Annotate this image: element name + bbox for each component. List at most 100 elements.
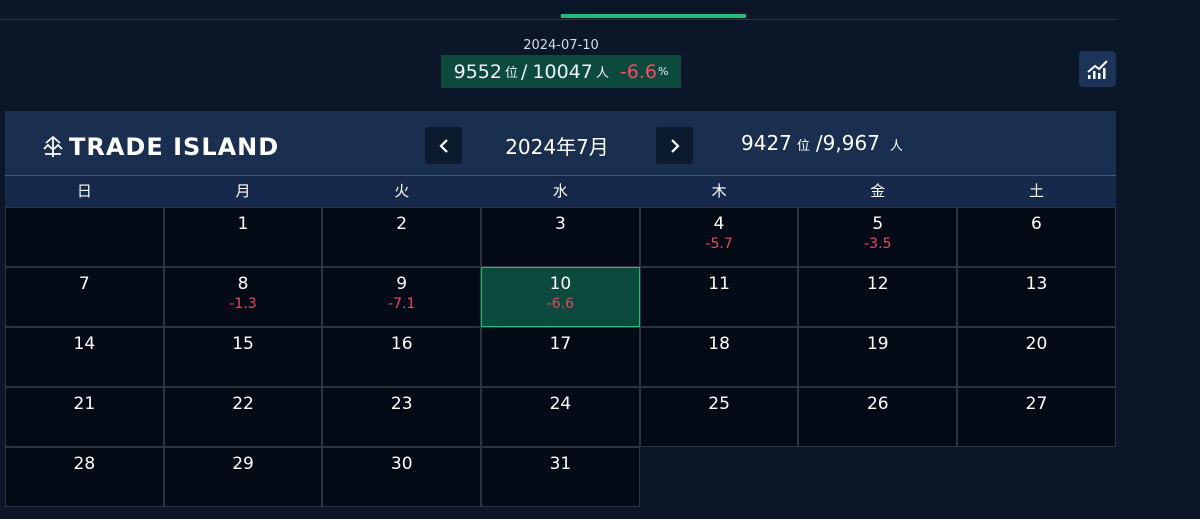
calendar-day-cell[interactable]: 25 [639,387,799,447]
summary-change: -6.6 [619,60,657,83]
calendar-filler-cell [798,447,958,507]
weekday-label: 木 [711,182,727,200]
calendar-day-cell[interactable]: 23 [322,387,482,447]
summary-total-unit: 人 [595,66,609,81]
day-number: 29 [232,454,254,474]
monthly-total-unit: 人 [889,139,903,154]
summary-separator: / [520,60,528,83]
summary-rank: 9552 [453,60,502,83]
calendar-grid: 1 2 3 4 -5.7 5 -3.5 6 7 8 -1.3 9 -7.1 10 -6.6 11 12 13 14 1… [5,207,1116,507]
day-number: 6 [1031,214,1042,234]
calendar-day-cell[interactable]: 13 [957,267,1116,327]
day-number: 21 [73,394,96,414]
brand-name: TRADE ISLAND [69,133,280,161]
summary-date: 2024-07-10 [523,38,599,53]
day-number: 1 [237,214,249,234]
day-change-value: -3.5 [864,236,892,252]
day-number: 26 [866,394,889,414]
calendar-day-cell[interactable]: 24 [481,387,640,447]
calendar-day-cell[interactable]: 29 [163,447,323,507]
day-number: 8 [237,274,249,294]
calendar-day-cell[interactable]: 16 [322,327,482,387]
day-number: 13 [1025,274,1048,294]
month-title: 2024年7月 [505,135,609,159]
calendar-day-cell[interactable]: 1 [163,207,323,267]
chart-icon [1086,60,1108,79]
calendar-day-cell[interactable]: 5 -3.5 [798,207,958,267]
calendar-day-cell[interactable]: 10 -6.6 [481,267,640,327]
day-number: 28 [73,454,96,474]
weekday-label: 水 [552,182,568,200]
calendar-filler-cell [957,447,1116,507]
weekday-label: 日 [76,182,92,200]
weekday-label: 月 [235,182,251,200]
chevron-left-icon [438,138,448,153]
calendar-filler-cell [639,447,799,507]
calendar-day-cell[interactable]: 7 [5,267,164,327]
calendar-day-cell[interactable]: 21 [5,387,164,447]
next-month-button[interactable] [656,127,693,164]
day-number: 17 [549,334,572,354]
summary-change-unit: % [657,65,669,78]
calendar-day-cell[interactable]: 19 [798,327,958,387]
calendar-day-cell[interactable]: 22 [163,387,323,447]
calendar-header: TRADE ISLAND 2024年7月 9427 位/9,967 人 [5,111,1116,176]
day-number: 14 [73,334,96,354]
weekday-header: 日 月 火 水 木 金 土 [5,176,1116,207]
calendar-day-cell[interactable]: 18 [639,327,799,387]
calendar-day-cell[interactable]: 26 [798,387,958,447]
trade-island-logo-icon [43,135,63,157]
chevron-right-icon [670,138,680,153]
day-number: 4 [713,214,725,234]
day-number: 5 [872,214,884,234]
day-number: 7 [78,274,90,294]
calendar-day-cell[interactable]: 20 [957,327,1116,387]
calendar-day-cell[interactable]: 14 [5,327,164,387]
calendar-day-cell[interactable]: 12 [798,267,958,327]
chart-button[interactable] [1079,51,1116,87]
day-number: 12 [866,274,889,294]
day-number: 25 [708,394,730,414]
day-number: 19 [866,334,889,354]
calendar-day-cell[interactable]: 11 [639,267,799,327]
monthly-rank-unit: 位 [796,139,810,154]
weekday-label: 金 [870,182,886,200]
day-number: 15 [232,334,254,354]
day-change-value: -6.6 [546,296,575,312]
calendar-day-cell[interactable]: 6 [957,207,1116,267]
calendar-day-cell[interactable]: 9 -7.1 [322,267,482,327]
calendar-day-cell[interactable]: 17 [481,327,640,387]
tab-bar-divider [0,19,1116,20]
summary-total: 10047 [532,60,593,83]
calendar-day-cell[interactable]: 8 -1.3 [163,267,323,327]
day-number: 22 [232,394,254,414]
calendar-day-cell[interactable]: 3 [481,207,640,267]
calendar-day-cell[interactable]: 2 [322,207,482,267]
brand-logo: TRADE ISLAND [41,133,279,161]
calendar-day-cell[interactable]: 31 [481,447,640,507]
day-number: 18 [708,334,730,354]
active-tab-indicator [561,14,746,18]
calendar-day-cell[interactable]: 4 -5.7 [639,207,799,267]
prev-month-button[interactable] [425,127,462,164]
day-number: 31 [549,454,572,474]
calendar-day-cell[interactable]: 28 [5,447,164,507]
calendar-day-cell[interactable]: 15 [163,327,323,387]
monthly-rank: 9427 位/9,967 人 [741,131,903,155]
day-number: 30 [390,454,413,474]
day-number: 3 [554,214,566,234]
weekday-label: 土 [1028,182,1044,200]
day-number: 23 [390,394,413,414]
summary-rank-unit: 位 [504,66,518,81]
monthly-total: /9,967 [815,131,880,155]
day-number: 9 [396,274,408,294]
calendar-day-cell[interactable]: 27 [957,387,1116,447]
calendar: TRADE ISLAND 2024年7月 9427 位/9,967 人 日 月 火 … [5,111,1116,508]
rank-summary-badge: 9552 位 / 10047 人 -6.6 % [441,55,681,88]
day-number: 10 [549,274,572,294]
monthly-rank-value: 9427 [741,131,792,155]
calendar-day-cell[interactable]: 30 [322,447,482,507]
day-number: 20 [1025,334,1048,354]
calendar-empty-cell [5,207,164,267]
day-number: 16 [390,334,413,354]
